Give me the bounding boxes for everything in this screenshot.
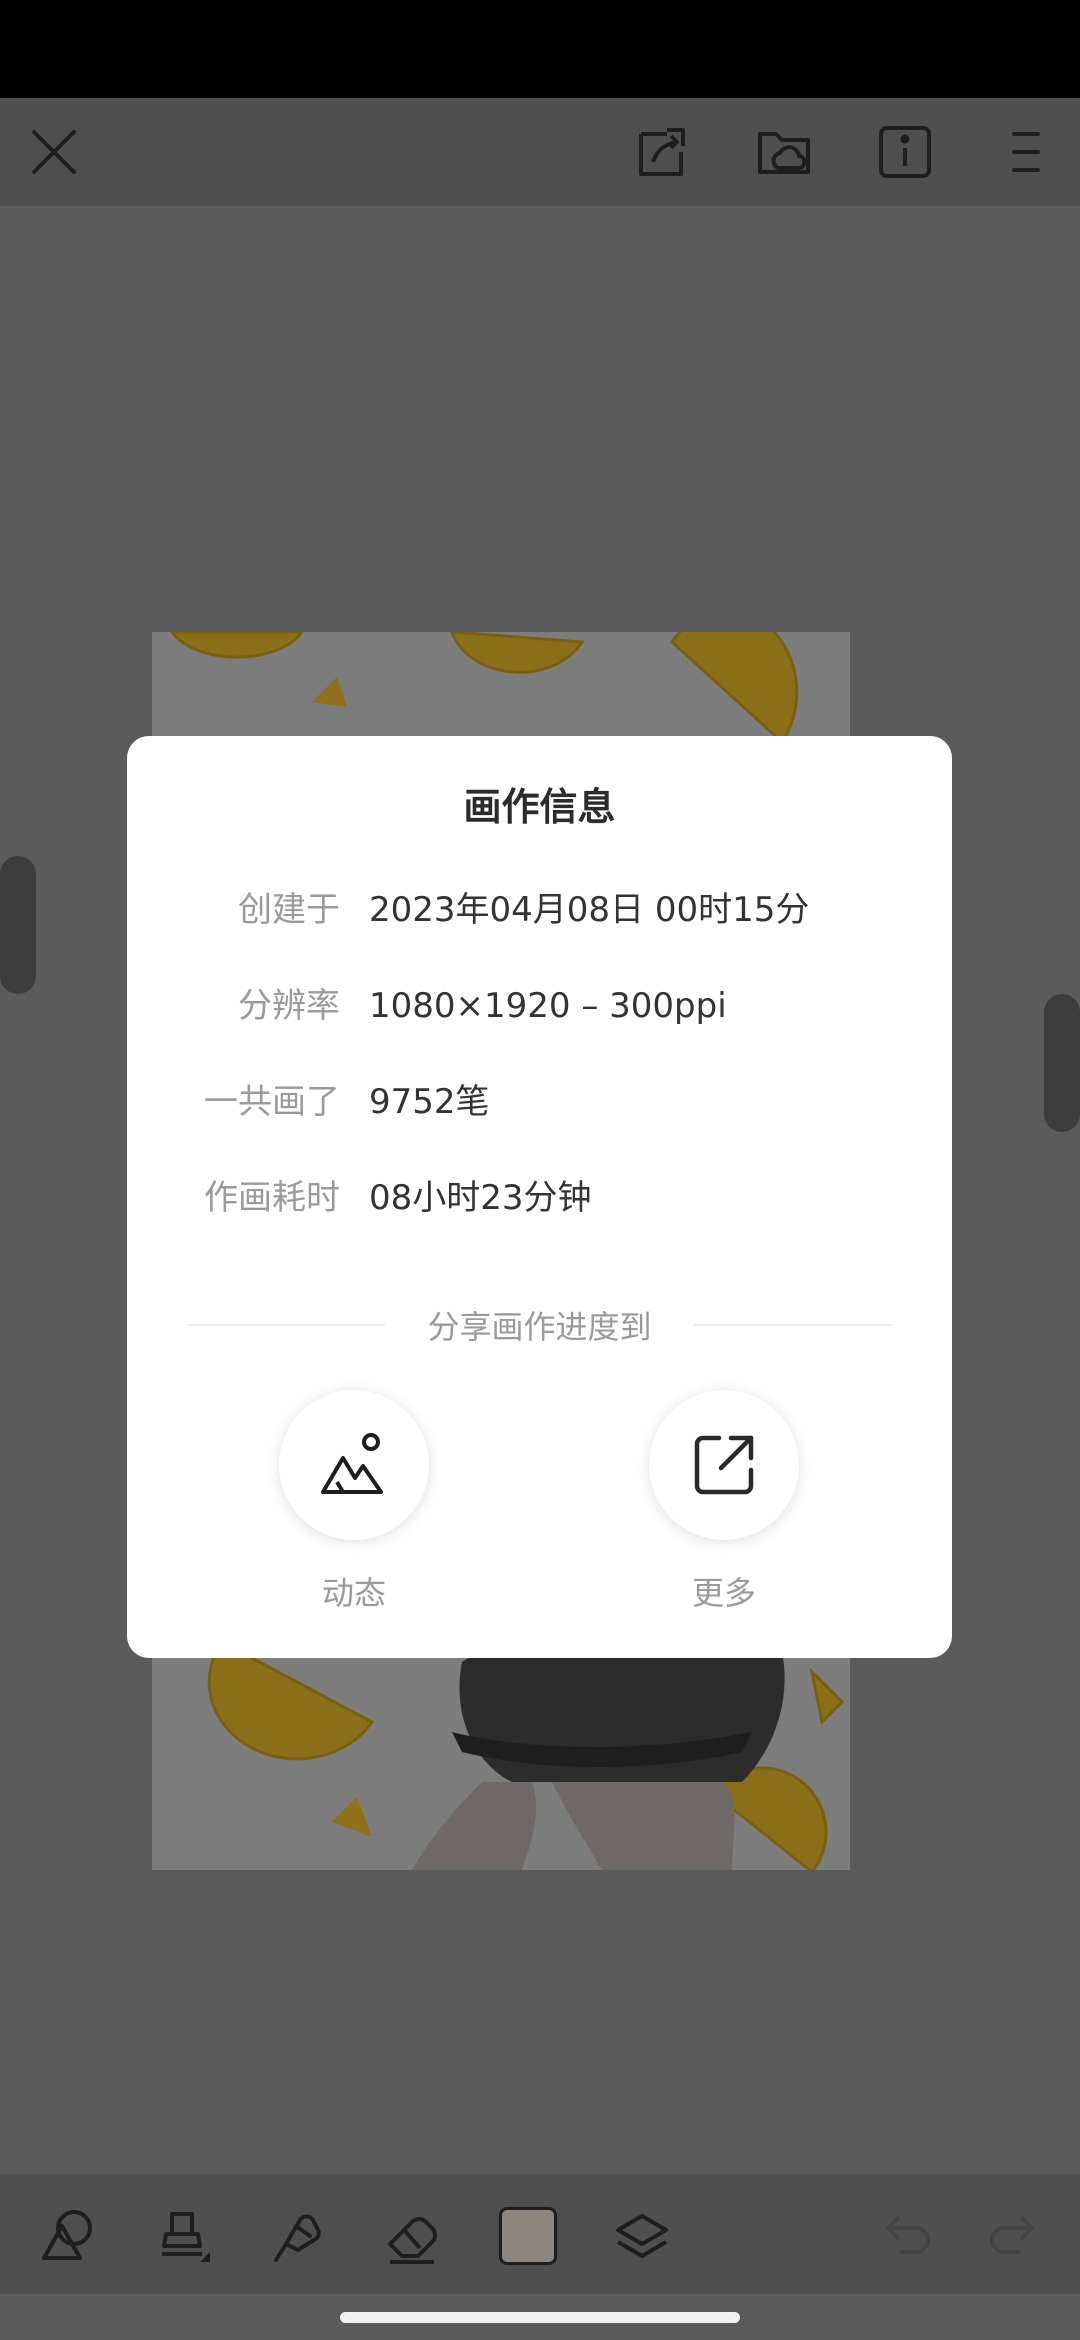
status-bar [0,0,1080,98]
shapes-tool-button[interactable] [34,2202,102,2270]
opacity-slider-handle[interactable] [1044,994,1080,1132]
cloud-folder-button[interactable] [748,116,820,188]
color-picker-button[interactable] [494,2202,562,2270]
share-external-icon [694,1435,754,1495]
eraser-tool-button[interactable] [378,2202,446,2270]
cloud-folder-icon [758,132,810,174]
layers-icon [616,2214,668,2258]
close-button[interactable] [18,116,90,188]
color-swatch [499,2207,557,2265]
share-more-button[interactable] [649,1390,799,1540]
artwork-info-dialog: 画作信息 创建于 2023年04月08日 00时15分 分辨率 1080×192… [127,736,952,1658]
info-icon [879,126,931,178]
share-moments-label: 动态 [321,1574,386,1612]
export-button[interactable] [627,116,699,188]
info-row-strokes: 一共画了 9752笔 [127,1072,952,1132]
info-value: 2023年04月08日 00时15分 [369,890,810,930]
home-indicator [340,2312,740,2323]
share-heading: 分享画作进度到 [427,1308,652,1346]
redo-button[interactable] [980,2202,1048,2270]
moments-icon [321,1433,383,1494]
info-button[interactable] [869,116,941,188]
info-row-created: 创建于 2023年04月08日 00时15分 [127,880,952,940]
export-icon [639,128,685,176]
brush-size-slider-handle[interactable] [0,856,36,994]
share-moments-button[interactable] [279,1390,429,1540]
info-label: 创建于 [238,890,340,930]
info-value: 9752笔 [369,1082,490,1122]
redo-icon [990,2216,1034,2254]
shapes-icon [42,2210,92,2260]
info-value: 1080×1920 – 300ppi [369,986,727,1026]
drawing-app-screen: 画作信息 创建于 2023年04月08日 00时15分 分辨率 1080×192… [0,0,1080,2340]
undo-icon [886,2216,930,2254]
info-value: 08小时23分钟 [369,1178,592,1218]
menu-icon [1012,132,1040,172]
info-label: 分辨率 [238,986,340,1026]
menu-button[interactable] [990,116,1062,188]
share-more-label: 更多 [691,1574,756,1612]
smudge-tool-button[interactable] [264,2202,332,2270]
brush-tool-button[interactable] [148,2202,216,2270]
layers-button[interactable] [608,2202,676,2270]
top-toolbar [0,98,1080,206]
dialog-title: 画作信息 [463,785,616,829]
eraser-icon [388,2217,437,2264]
info-row-resolution: 分辨率 1080×1920 – 300ppi [127,976,952,1036]
brush-icon [162,2212,210,2262]
bottom-toolbar [0,2174,1080,2294]
smudge-icon [274,2214,321,2262]
info-row-duration: 作画耗时 08小时23分钟 [127,1168,952,1228]
undo-button[interactable] [872,2202,940,2270]
close-icon [32,130,76,174]
info-label: 一共画了 [204,1082,340,1122]
info-label: 作画耗时 [204,1178,340,1218]
